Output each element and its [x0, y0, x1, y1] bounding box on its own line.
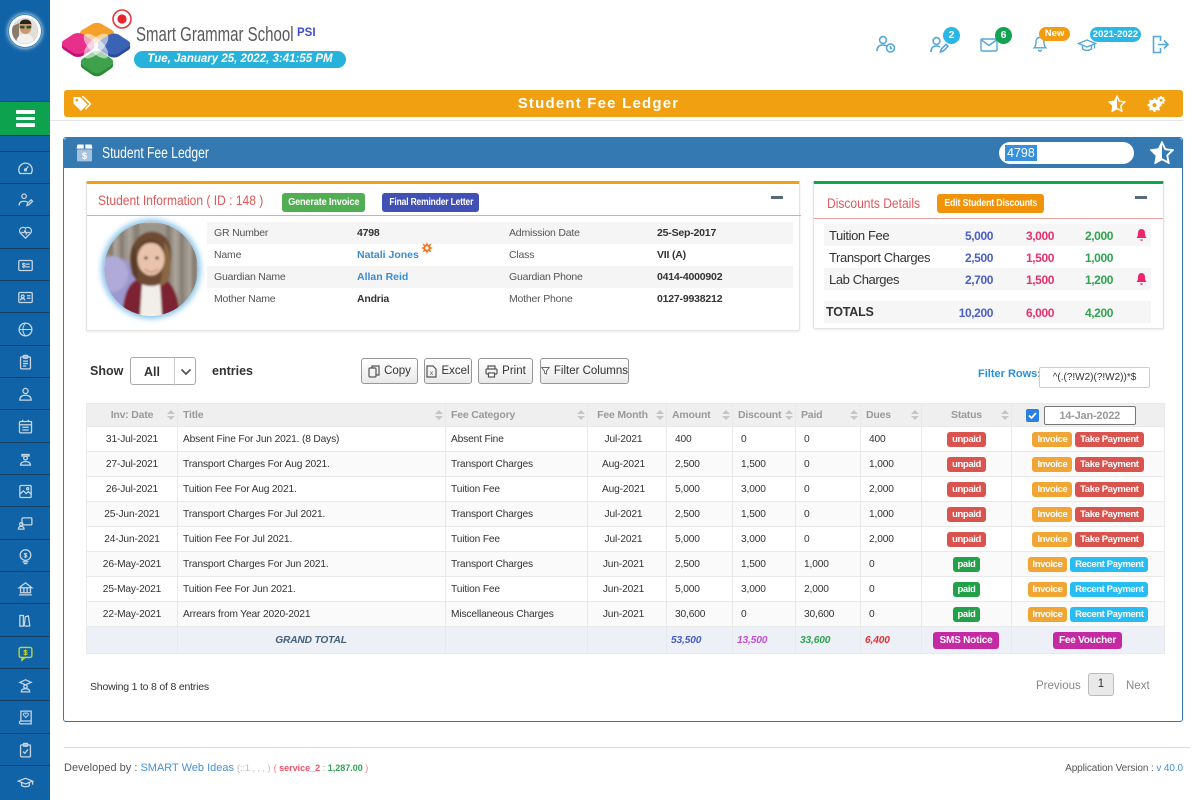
- svg-text:x: x: [430, 370, 434, 377]
- svg-text:$: $: [23, 552, 27, 559]
- svg-text:$: $: [23, 648, 27, 656]
- svg-text:$: $: [82, 151, 88, 162]
- svg-text:$: $: [21, 263, 25, 269]
